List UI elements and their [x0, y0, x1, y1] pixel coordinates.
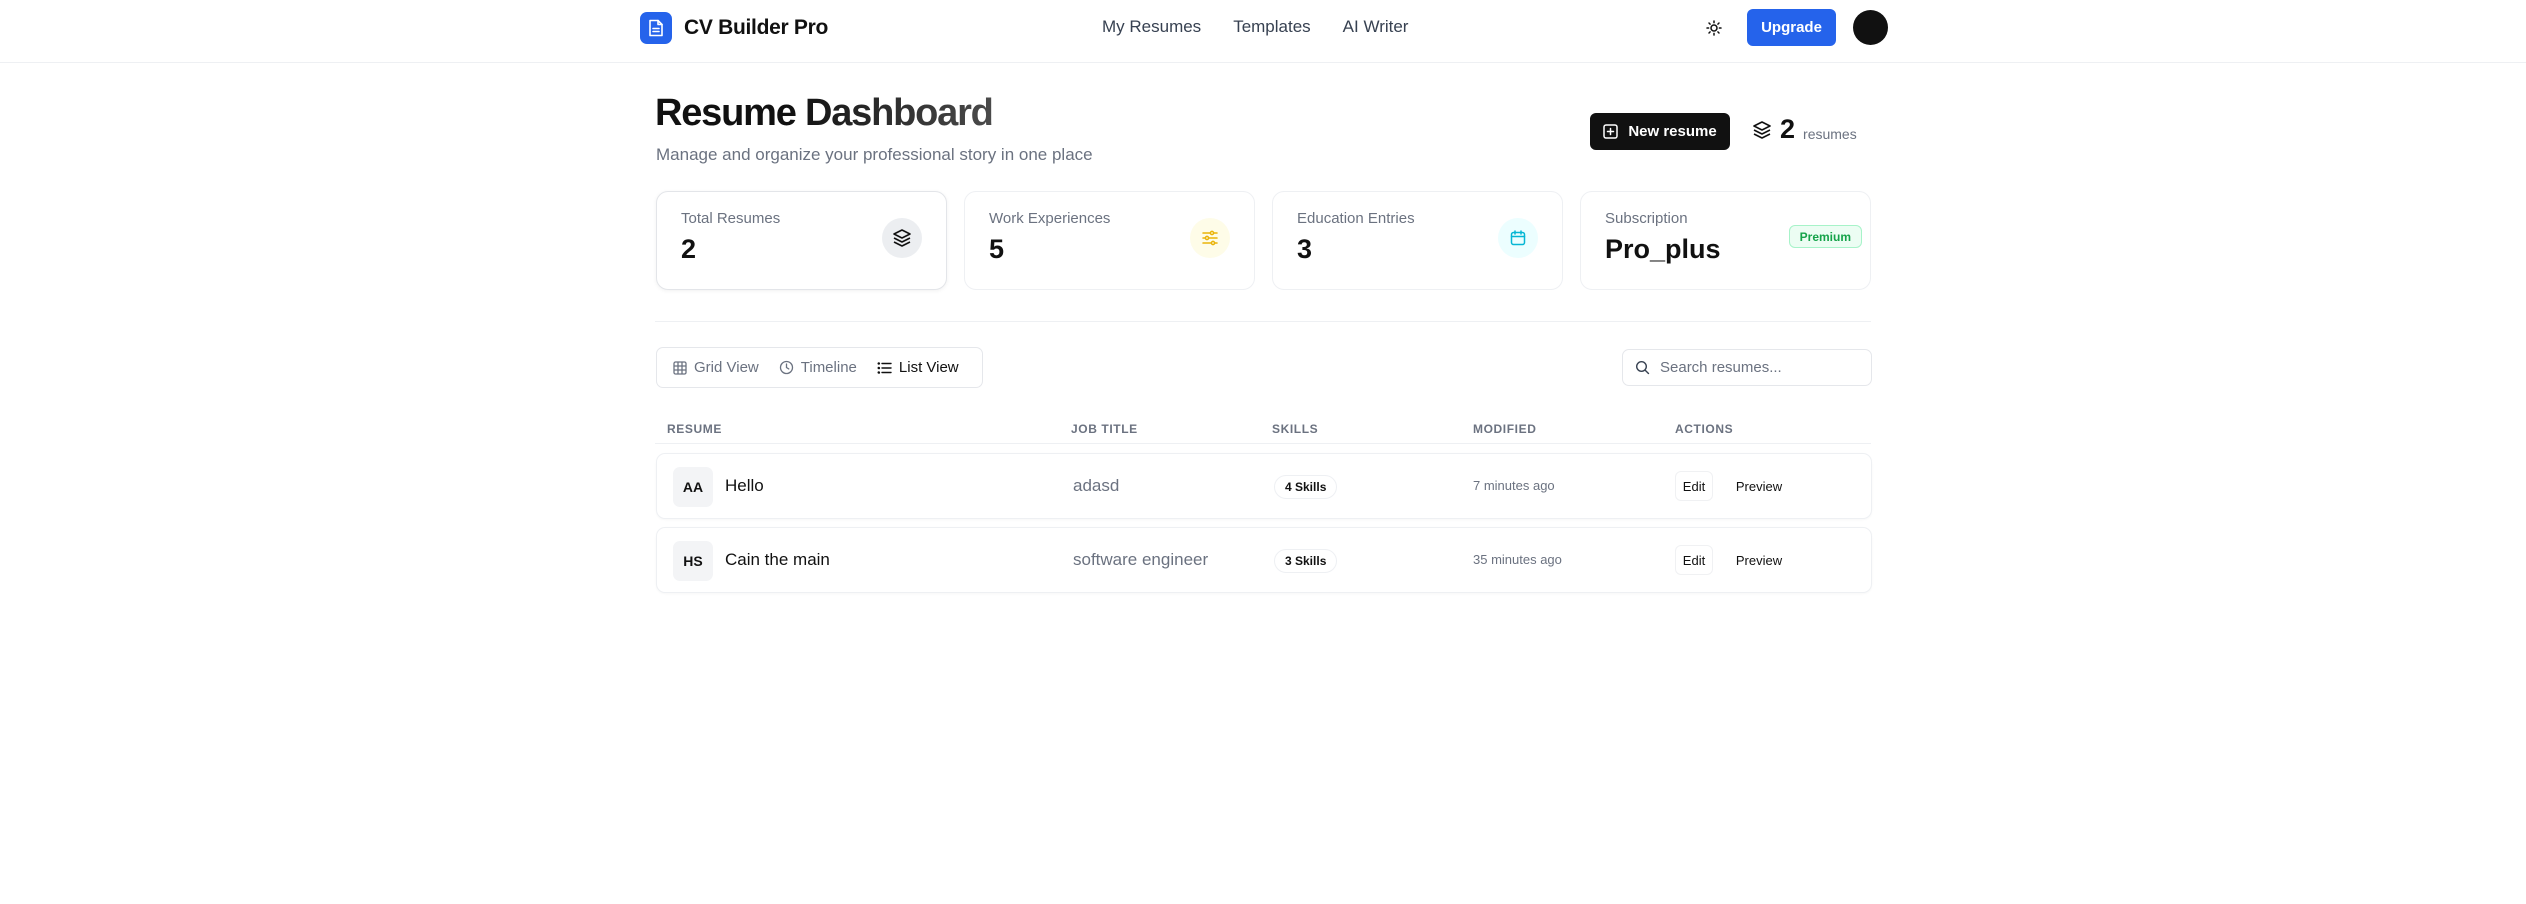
search-icon: [1635, 360, 1650, 375]
table-row[interactable]: AA Hello adasd 4 Skills 7 minutes ago Ed…: [656, 453, 1872, 519]
main-nav: My Resumes Templates AI Writer: [1102, 17, 1408, 37]
tab-label: List View: [898, 359, 959, 376]
stat-value: 5: [989, 234, 1005, 264]
new-resume-label: New resume: [1628, 123, 1717, 140]
nav-templates[interactable]: Templates: [1233, 17, 1310, 37]
resume-name: Cain the main: [725, 550, 830, 569]
tab-timeline[interactable]: Timeline: [779, 359, 857, 376]
stat-label: Total Resumes: [681, 210, 781, 227]
stat-card-education-entries: Education Entries 3: [1272, 191, 1563, 290]
stat-card-subscription: Subscription Pro_plus Premium: [1580, 191, 1871, 290]
theme-toggle-button[interactable]: [1700, 14, 1728, 42]
resume-count: 2 resumes: [1752, 114, 1857, 145]
new-resume-button[interactable]: New resume: [1590, 113, 1730, 150]
plus-square-icon: [1603, 124, 1619, 139]
resume-count-label: resumes: [1803, 125, 1857, 142]
stat-label: Work Experiences: [989, 210, 1111, 227]
skills-badge: 3 Skills: [1274, 549, 1338, 573]
section-divider: [655, 321, 1871, 322]
table-header: Resume Job Title Skills Modified Actions: [655, 417, 1871, 444]
tab-list-view[interactable]: List View: [877, 359, 959, 376]
avatar[interactable]: [1853, 10, 1888, 45]
stat-value: Pro_plus: [1605, 234, 1721, 264]
search-input[interactable]: [1660, 359, 1860, 376]
resume-name: Hello: [725, 476, 764, 495]
column-header-resume: Resume: [667, 422, 722, 436]
page-subtitle: Manage and organize your professional st…: [656, 145, 1093, 164]
nav-my-resumes[interactable]: My Resumes: [1102, 17, 1201, 37]
job-title: adasd: [1073, 476, 1120, 495]
layers-icon: [1753, 120, 1771, 139]
page-title: Resume Dashboard: [655, 92, 994, 134]
document-icon: [640, 12, 672, 44]
stat-card-work-experiences: Work Experiences 5: [964, 191, 1255, 290]
preview-button[interactable]: Preview: [1729, 471, 1789, 501]
clock-icon: [779, 360, 793, 375]
tab-label: Grid View: [694, 359, 759, 376]
preview-button[interactable]: Preview: [1729, 545, 1789, 575]
resume-initials: AA: [673, 467, 713, 507]
column-header-skills: Skills: [1272, 422, 1319, 436]
grid-icon: [673, 360, 687, 375]
stat-value: 3: [1297, 234, 1313, 264]
skills-badge: 4 Skills: [1274, 475, 1338, 499]
top-navbar: CV Builder Pro My Resumes Templates AI W…: [0, 0, 2526, 63]
column-header-job-title: Job Title: [1071, 422, 1138, 436]
stat-value: 2: [681, 234, 697, 264]
sun-icon: [1706, 20, 1722, 36]
view-switcher: Grid View Timeline List View: [656, 347, 983, 388]
edit-button[interactable]: Edit: [1675, 471, 1713, 501]
modified-time: 7 minutes ago: [1473, 478, 1555, 493]
tab-grid-view[interactable]: Grid View: [673, 359, 759, 376]
stat-label: Subscription: [1605, 210, 1688, 227]
upgrade-button[interactable]: Upgrade: [1747, 9, 1836, 46]
column-header-actions: Actions: [1675, 422, 1734, 436]
search-box: [1622, 349, 1872, 386]
sliders-icon: [1190, 218, 1230, 258]
stat-label: Education Entries: [1297, 210, 1415, 227]
list-icon: [877, 361, 892, 374]
edit-button[interactable]: Edit: [1675, 545, 1713, 575]
app-name: CV Builder Pro: [684, 16, 828, 39]
calendar-icon: [1498, 218, 1538, 258]
brand[interactable]: CV Builder Pro: [640, 12, 828, 44]
modified-time: 35 minutes ago: [1473, 552, 1562, 567]
nav-ai-writer[interactable]: AI Writer: [1343, 17, 1409, 37]
stat-card-total-resumes: Total Resumes 2: [656, 191, 947, 290]
resume-initials: HS: [673, 541, 713, 581]
tab-label: Timeline: [800, 359, 857, 376]
resume-count-value: 2: [1780, 114, 1796, 144]
premium-badge: Premium: [1788, 225, 1862, 248]
job-title: software engineer: [1073, 550, 1209, 569]
column-header-modified: Modified: [1473, 422, 1537, 436]
layers-icon: [882, 218, 922, 258]
table-row[interactable]: HS Cain the main software engineer 3 Ski…: [656, 527, 1872, 593]
